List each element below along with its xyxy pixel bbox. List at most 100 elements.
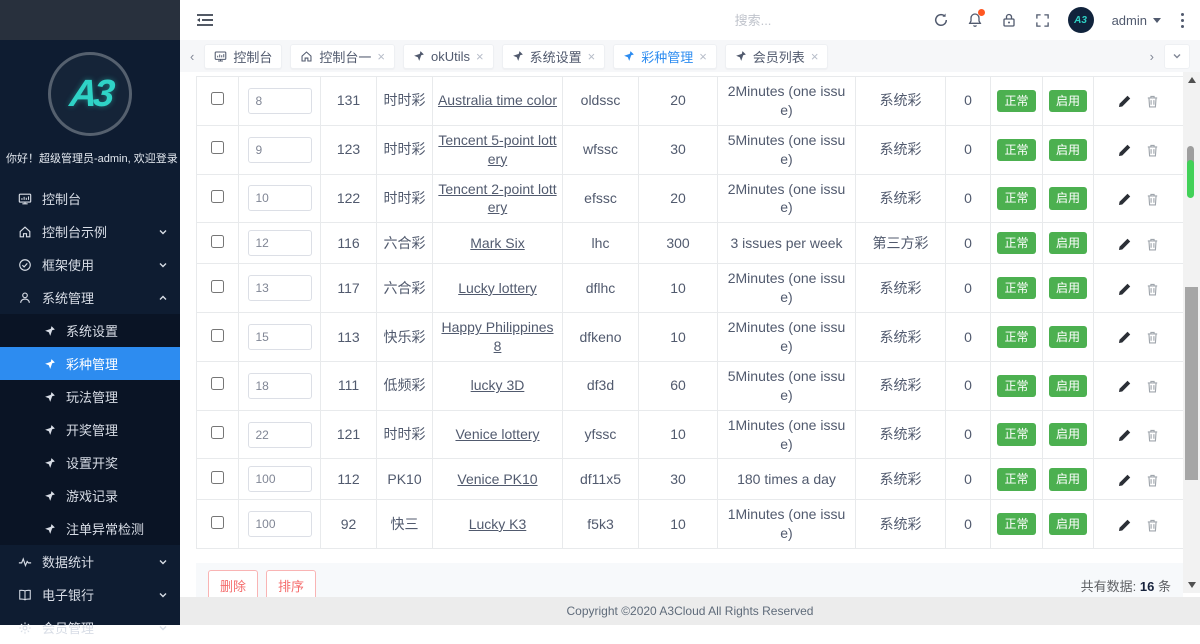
tab-console-one[interactable]: 控制台一 × (290, 44, 395, 69)
tab-okutils[interactable]: okUtils × (403, 44, 494, 69)
id-cell: 117 (321, 264, 377, 313)
value-cell: 10 (639, 264, 718, 313)
refresh-icon[interactable] (933, 12, 949, 28)
sidebar-item-set-draw[interactable]: 设置开奖 (0, 446, 180, 479)
tabs-dropdown-button[interactable] (1164, 44, 1190, 69)
sidebar-collapse-icon[interactable] (196, 12, 214, 28)
sidebar-item-system[interactable]: 系统管理 (0, 281, 180, 314)
tab-member-list[interactable]: 会员列表 × (725, 44, 829, 69)
scroll-down-icon[interactable] (1183, 577, 1200, 593)
lock-icon[interactable] (1001, 12, 1017, 28)
sidebar-item-ebank[interactable]: 电子银行 (0, 578, 180, 611)
row-checkbox[interactable] (211, 92, 224, 105)
inner-scrollbar-thumb-green[interactable] (1187, 160, 1194, 198)
sidebar-item-lottery-management[interactable]: 彩种管理 (0, 347, 180, 380)
edit-icon[interactable] (1117, 518, 1132, 533)
lottery-name-link[interactable]: Venice lottery (455, 426, 539, 442)
status-cell: 正常 (991, 459, 1043, 500)
sidebar-item-game-records[interactable]: 游戏记录 (0, 479, 180, 512)
sort-input[interactable] (248, 137, 312, 163)
delete-icon[interactable] (1145, 428, 1160, 443)
sidebar-item-system-settings[interactable]: 系统设置 (0, 314, 180, 347)
sidebar-item-console-demo[interactable]: 控制台示例 (0, 215, 180, 248)
sidebar-item-framework[interactable]: 框架使用 (0, 248, 180, 281)
lottery-name-link[interactable]: Tencent 2-point lottery (438, 181, 556, 216)
row-checkbox[interactable] (211, 377, 224, 390)
lottery-name-link[interactable]: lucky 3D (471, 377, 525, 393)
row-checkbox[interactable] (211, 516, 224, 529)
notification-icon[interactable] (967, 12, 983, 28)
edit-icon[interactable] (1117, 237, 1132, 252)
tabs-scroll-left-icon[interactable]: ‹ (188, 49, 196, 64)
close-icon[interactable]: × (588, 50, 596, 63)
close-icon[interactable]: × (476, 50, 484, 63)
sort-input[interactable] (248, 511, 312, 537)
row-checkbox[interactable] (211, 426, 224, 439)
edit-icon[interactable] (1117, 330, 1132, 345)
delete-icon[interactable] (1145, 379, 1160, 394)
status-cell: 正常 (991, 223, 1043, 264)
delete-icon[interactable] (1145, 94, 1160, 109)
sidebar-item-abnormal-bet-detection[interactable]: 注单异常检测 (0, 512, 180, 545)
sidebar-item-statistics[interactable]: 数据统计 (0, 545, 180, 578)
delete-icon[interactable] (1145, 518, 1160, 533)
avatar[interactable]: A3 (1068, 7, 1094, 33)
sidebar-item-members[interactable]: 会员管理 (0, 611, 180, 644)
more-menu-icon[interactable] (1179, 11, 1186, 30)
actions-cell (1094, 459, 1184, 500)
edit-icon[interactable] (1117, 282, 1132, 297)
tabs-scroll-right-icon[interactable]: › (1148, 49, 1156, 64)
close-icon[interactable]: × (699, 50, 707, 63)
lottery-name-link[interactable]: Lucky K3 (469, 516, 527, 532)
row-checkbox[interactable] (211, 235, 224, 248)
row-checkbox[interactable] (211, 329, 224, 342)
close-icon[interactable]: × (811, 50, 819, 63)
delete-icon[interactable] (1145, 473, 1160, 488)
row-checkbox[interactable] (211, 141, 224, 154)
sidebar-item-play-management[interactable]: 玩法管理 (0, 380, 180, 413)
sort-input[interactable] (248, 466, 312, 492)
sort-input[interactable] (248, 373, 312, 399)
delete-icon[interactable] (1145, 143, 1160, 158)
lottery-name-link[interactable]: Tencent 5-point lottery (438, 132, 556, 167)
search-input[interactable] (735, 13, 905, 28)
scrollbar-thumb[interactable] (1185, 287, 1198, 480)
status-cell: 正常 (991, 125, 1043, 174)
lottery-name-link[interactable]: Mark Six (470, 235, 524, 251)
sidebar-item-draw-management[interactable]: 开奖管理 (0, 413, 180, 446)
row-checkbox[interactable] (211, 190, 224, 203)
edit-icon[interactable] (1117, 143, 1132, 158)
tab-system-settings[interactable]: 系统设置 × (502, 44, 606, 69)
edit-icon[interactable] (1117, 428, 1132, 443)
edit-icon[interactable] (1117, 94, 1132, 109)
sort-input[interactable] (248, 275, 312, 301)
delete-icon[interactable] (1145, 237, 1160, 252)
sidebar-item-console[interactable]: 控制台 (0, 182, 180, 215)
lottery-name-link[interactable]: Australia time color (438, 92, 557, 108)
row-checkbox[interactable] (211, 280, 224, 293)
lottery-name-link[interactable]: Venice PK10 (457, 471, 537, 487)
close-icon[interactable]: × (377, 50, 385, 63)
delete-icon[interactable] (1145, 192, 1160, 207)
tab-lottery-management[interactable]: 彩种管理 × (613, 44, 717, 69)
row-checkbox[interactable] (211, 471, 224, 484)
sort-input[interactable] (248, 88, 312, 114)
lottery-name-link[interactable]: Happy Philippines 8 (441, 319, 553, 354)
lottery-name-link[interactable]: Lucky lottery (458, 280, 537, 296)
category-cell: 时时彩 (377, 174, 433, 223)
sort-input[interactable] (248, 422, 312, 448)
delete-icon[interactable] (1145, 282, 1160, 297)
scroll-up-icon[interactable] (1183, 72, 1200, 88)
sort-input[interactable] (248, 230, 312, 256)
zero-cell: 0 (946, 223, 991, 264)
sort-input[interactable] (248, 185, 312, 211)
edit-icon[interactable] (1117, 379, 1132, 394)
edit-icon[interactable] (1117, 192, 1132, 207)
sidebar-item-label: 控制台示例 (42, 222, 148, 241)
delete-icon[interactable] (1145, 330, 1160, 345)
edit-icon[interactable] (1117, 473, 1132, 488)
user-menu[interactable]: admin (1112, 13, 1161, 28)
tab-console[interactable]: 控制台 (204, 44, 282, 69)
fullscreen-icon[interactable] (1035, 13, 1050, 28)
sort-input[interactable] (248, 324, 312, 350)
